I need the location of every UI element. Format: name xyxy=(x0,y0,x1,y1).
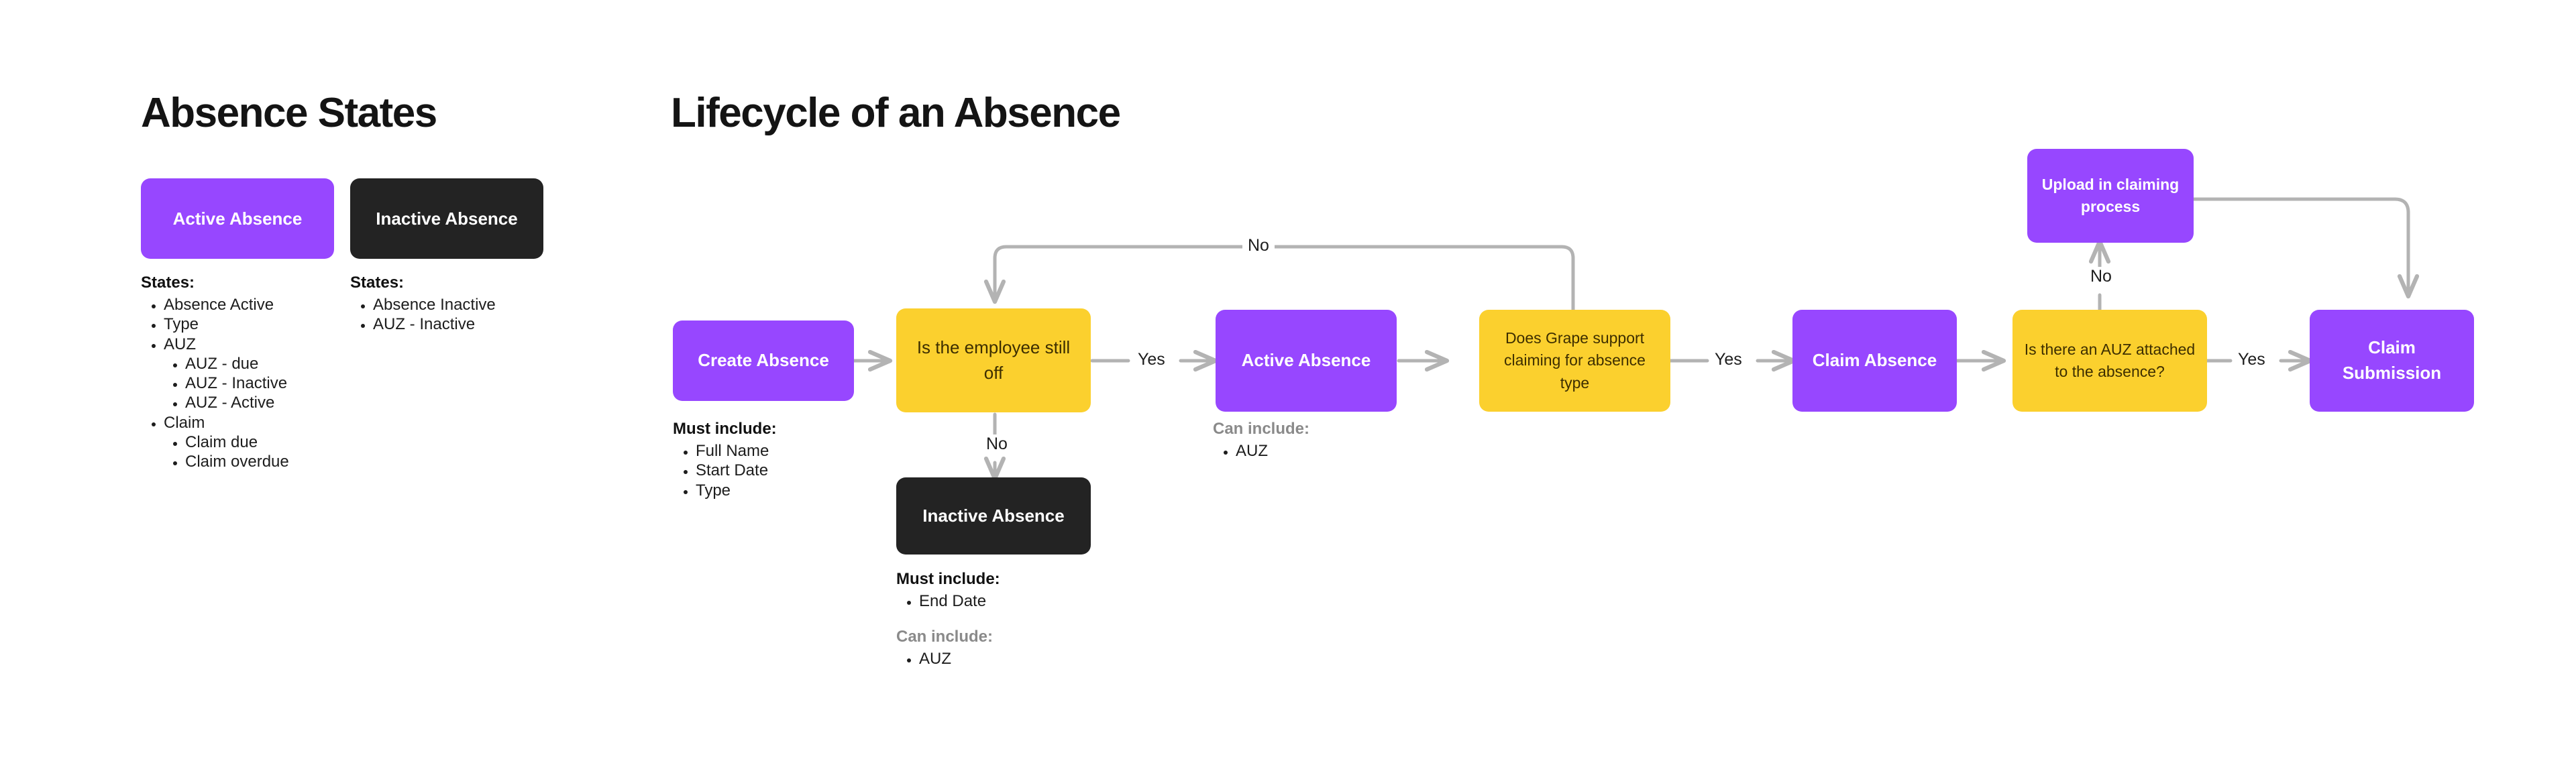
node-is-there-auz-attached[interactable]: Is there an AUZ attached to the absence? xyxy=(2012,310,2207,412)
list-item: AUZ - due xyxy=(185,354,289,373)
list-item: Claim overdue xyxy=(185,452,289,471)
active-absence-states-list: States: Absence Active Type AUZ AUZ - du… xyxy=(141,274,289,471)
node-active-absence[interactable]: Active Absence xyxy=(1216,310,1397,412)
list-item: AUZ - Inactive xyxy=(373,314,496,334)
list-item-label: Type xyxy=(164,315,199,334)
legend-card-inactive-absence-label: Inactive Absence xyxy=(376,208,518,229)
annotation-active-absence-can-include: Can include: AUZ xyxy=(1213,420,1309,461)
node-create-absence-label: Create Absence xyxy=(698,350,829,371)
edge-label-no-to-upload: No xyxy=(2085,267,2117,286)
list-item: Type xyxy=(164,314,289,334)
edge-upload-to-submission xyxy=(2192,197,2408,295)
list-item-label: Claim due xyxy=(185,432,258,451)
active-states-heading: States: xyxy=(141,274,195,292)
node-is-there-auz-attached-label: Is there an AUZ attached to the absence? xyxy=(2024,340,2196,380)
absence-states-title: Absence States xyxy=(141,90,437,136)
edge-label-no-to-inactive: No xyxy=(981,434,1013,454)
node-claim-submission-label: Claim Submission xyxy=(2342,337,2442,383)
inactive-states-heading: States: xyxy=(350,274,405,292)
list-item: Full Name xyxy=(696,441,777,461)
list-item-label: Full Name xyxy=(696,442,769,460)
legend-card-active-absence-label: Active Absence xyxy=(172,208,303,229)
list-item-label: AUZ xyxy=(164,335,196,353)
edge-label-yes-after-grape: Yes xyxy=(1709,350,1748,369)
node-upload-in-claiming-process[interactable]: Upload in claiming process xyxy=(2027,149,2194,243)
list-item-label: AUZ - Inactive xyxy=(373,315,476,334)
inactive-absence-states-list: States: Absence Inactive AUZ - Inactive xyxy=(350,274,496,335)
list-item-label: AUZ - Active xyxy=(185,394,275,412)
list-item: AUZ xyxy=(1236,441,1309,461)
diagram-canvas: Absence States Active Absence Inactive A… xyxy=(0,0,2576,757)
node-claim-absence-label: Claim Absence xyxy=(1812,350,1937,371)
list-item: AUZ xyxy=(919,649,993,668)
list-item: AUZ - Active xyxy=(185,393,289,412)
list-item-label: Claim overdue xyxy=(185,453,289,471)
node-does-grape-support-claiming[interactable]: Does Grape support claiming for absence … xyxy=(1479,310,1670,412)
list-item-label: AUZ xyxy=(1236,442,1268,460)
node-claim-submission[interactable]: Claim Submission xyxy=(2310,310,2474,412)
lifecycle-title: Lifecycle of an Absence xyxy=(671,90,1121,136)
list-item-label: Type xyxy=(696,481,731,500)
node-active-absence-label: Active Absence xyxy=(1241,350,1371,371)
node-create-absence[interactable]: Create Absence xyxy=(673,321,854,401)
list-item: Claim due xyxy=(185,432,289,452)
edge-label-yes-after-auz: Yes xyxy=(2233,350,2271,369)
list-item-label: Absence Inactive xyxy=(373,296,496,314)
edge-label-no-loop-top: No xyxy=(1242,236,1275,255)
node-is-employee-still-off[interactable]: Is the employee still off xyxy=(896,308,1091,412)
annotation-heading: Must include: xyxy=(896,570,1000,588)
node-inactive-absence[interactable]: Inactive Absence xyxy=(896,477,1091,555)
annotation-inactive-absence-must-include: Must include: End Date xyxy=(896,570,1000,611)
list-item: Start Date xyxy=(696,461,777,480)
node-is-employee-still-off-label: Is the employee still off xyxy=(916,337,1071,383)
node-inactive-absence-label: Inactive Absence xyxy=(922,505,1065,526)
list-item-label: AUZ xyxy=(919,650,951,668)
list-item: AUZ - Inactive xyxy=(185,373,289,393)
list-item: Type xyxy=(696,481,777,500)
node-does-grape-support-claiming-label: Does Grape support claiming for absence … xyxy=(1504,329,1646,392)
list-item: Absence Active xyxy=(164,295,289,314)
list-item: Absence Inactive xyxy=(373,295,496,314)
annotation-heading: Can include: xyxy=(1213,420,1310,438)
annotation-inactive-absence-can-include: Can include: AUZ xyxy=(896,628,993,668)
list-item-label: Claim xyxy=(164,413,205,432)
list-item: Claim Claim due Claim overdue xyxy=(164,413,289,472)
edge-grape-no-loop xyxy=(995,245,1575,314)
edge-label-yes-after-question: Yes xyxy=(1132,350,1171,369)
list-item-label: AUZ - Inactive xyxy=(185,374,288,393)
list-item-label: AUZ - due xyxy=(185,354,259,373)
annotation-heading: Must include: xyxy=(673,420,777,438)
legend-card-active-absence[interactable]: Active Absence xyxy=(141,178,334,259)
node-upload-in-claiming-process-label: Upload in claiming process xyxy=(2041,175,2180,215)
list-item: End Date xyxy=(919,591,1000,611)
annotation-heading: Can include: xyxy=(896,628,994,646)
list-item-label: Absence Active xyxy=(164,296,274,314)
annotation-create-absence-must-include: Must include: Full Name Start Date Type xyxy=(673,420,777,500)
legend-card-inactive-absence[interactable]: Inactive Absence xyxy=(350,178,543,259)
list-item: AUZ AUZ - due AUZ - Inactive AUZ - Activ… xyxy=(164,335,289,413)
list-item-label: End Date xyxy=(919,592,987,610)
list-item-label: Start Date xyxy=(696,461,769,480)
node-claim-absence[interactable]: Claim Absence xyxy=(1792,310,1957,412)
